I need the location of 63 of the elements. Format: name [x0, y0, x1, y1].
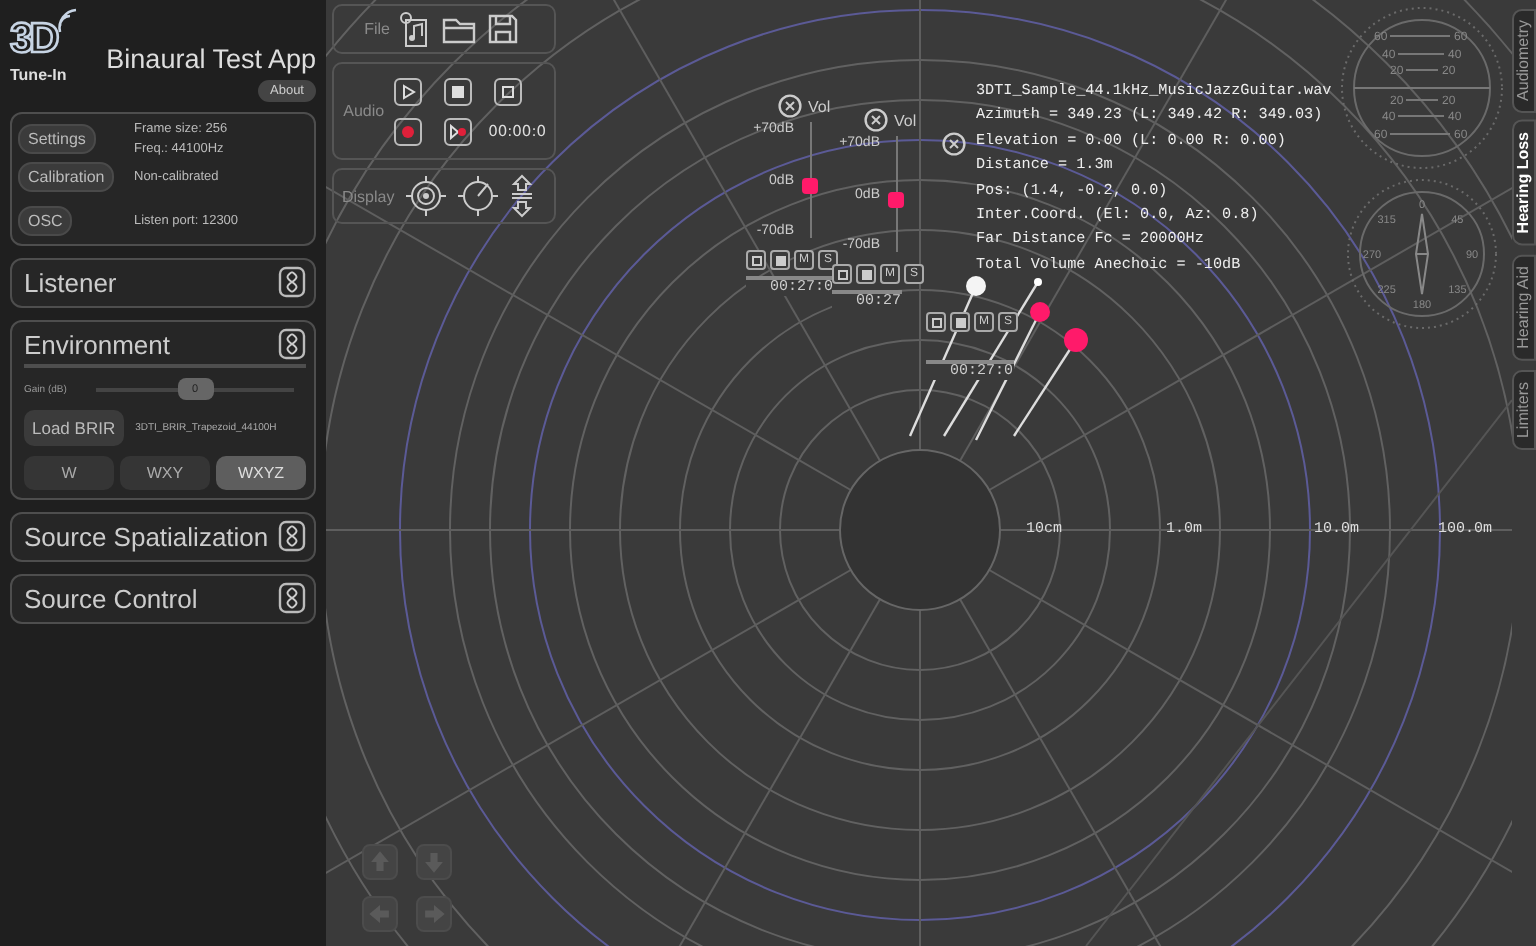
- play-button[interactable]: [394, 77, 423, 105]
- stop-button[interactable]: [494, 77, 523, 105]
- folder-icon[interactable]: [442, 15, 478, 43]
- source-stop-button[interactable]: [832, 264, 852, 284]
- calibration-button[interactable]: Calibration: [18, 162, 115, 192]
- stop-icon: [500, 83, 517, 99]
- volume-label: Vol: [894, 111, 917, 129]
- sound-waves-icon: [55, 8, 80, 36]
- app-title: Binaural Test App: [106, 44, 316, 74]
- side-tab[interactable]: Hearing Aid: [1512, 254, 1536, 362]
- mode-button[interactable]: W: [24, 456, 114, 490]
- pause-button[interactable]: [444, 77, 473, 105]
- slider-thumb[interactable]: [888, 191, 904, 208]
- close-icon: [778, 94, 802, 118]
- toggle-icon: [278, 328, 306, 360]
- section-title[interactable]: Environment: [24, 329, 170, 359]
- side-tab[interactable]: Audiometry: [1512, 8, 1536, 113]
- record-icon: [400, 123, 417, 139]
- source-pause-button[interactable]: [770, 250, 790, 270]
- panel-label: Audio: [342, 102, 385, 120]
- slider-thumb[interactable]: [802, 177, 818, 194]
- side-tab[interactable]: Limiters: [1512, 369, 1536, 450]
- stop-icon: [931, 317, 941, 327]
- toggle-icon: [278, 266, 306, 298]
- panel-label: Display: [342, 187, 394, 205]
- osc-button[interactable]: OSC: [18, 206, 73, 236]
- section-title[interactable]: Source Control: [24, 583, 198, 613]
- logo-text: Tune-In: [10, 66, 67, 84]
- volume-label: Vol: [808, 97, 831, 115]
- logo-mark: 3D: [10, 16, 56, 64]
- play-record-icon: [450, 123, 467, 139]
- source-stop-button[interactable]: [746, 250, 766, 270]
- play-record-button[interactable]: [444, 117, 473, 145]
- settings-button[interactable]: Settings: [18, 124, 96, 154]
- volume-slider[interactable]: [888, 136, 904, 252]
- stop-icon: [751, 255, 761, 265]
- vertical-arrows-icon: [510, 174, 534, 218]
- panel-label: File: [362, 20, 390, 38]
- volume-slider[interactable]: [802, 122, 818, 238]
- source-pause-button[interactable]: [950, 312, 970, 332]
- music-note-icon[interactable]: [400, 11, 432, 47]
- close-icon: [864, 108, 888, 132]
- source-marker[interactable]: [1064, 328, 1088, 352]
- toggle-icon: [278, 520, 306, 552]
- play-icon: [400, 83, 417, 99]
- mode-button[interactable]: WXY: [120, 456, 210, 490]
- source-marker[interactable]: [1030, 302, 1050, 322]
- target-icon: [406, 176, 446, 216]
- mode-button[interactable]: WXYZ: [216, 456, 306, 490]
- stop-icon: [837, 269, 847, 279]
- section-title[interactable]: Source Spatialization: [24, 521, 269, 551]
- source-stop-button[interactable]: [926, 312, 946, 332]
- side-tab[interactable]: Hearing Loss: [1512, 120, 1536, 247]
- save-icon[interactable]: [488, 14, 518, 44]
- toggle-icon: [278, 582, 306, 614]
- record-button[interactable]: [394, 117, 423, 145]
- source-marker[interactable]: [1034, 278, 1042, 286]
- section-title[interactable]: Listener: [24, 267, 117, 297]
- source-marker[interactable]: [966, 276, 986, 296]
- radar-icon: [458, 176, 498, 216]
- source-pause-button[interactable]: [856, 264, 876, 284]
- close-icon: [942, 132, 966, 156]
- load-brir-button[interactable]: Load BRIR: [24, 410, 124, 446]
